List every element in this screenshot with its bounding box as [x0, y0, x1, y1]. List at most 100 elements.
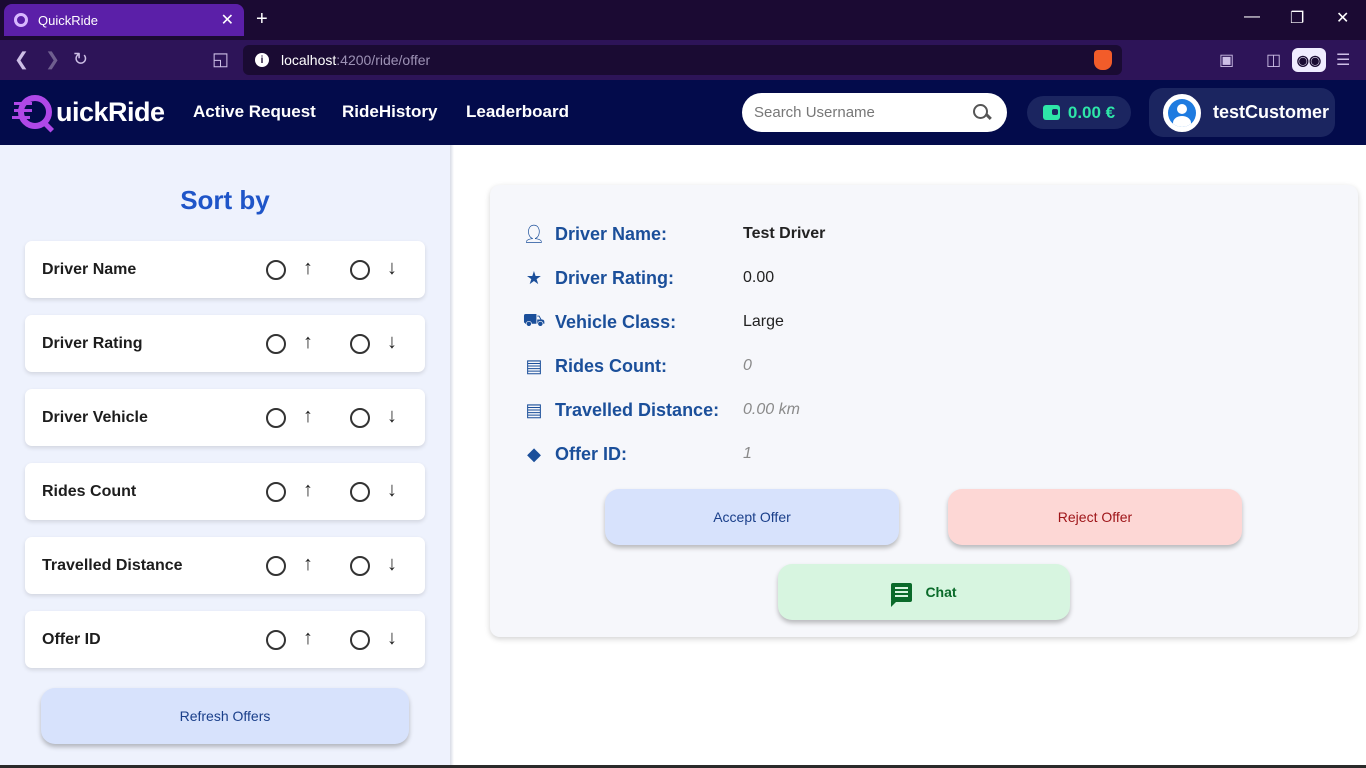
field-value: 0	[743, 357, 752, 374]
sort-desc-radio[interactable]	[350, 630, 370, 650]
app-header: uickRide Active Request RideHistory Lead…	[0, 80, 1366, 145]
arrow-up-icon: ↑	[303, 331, 313, 353]
tag-icon: ◆	[527, 443, 541, 464]
sort-desc-radio[interactable]	[350, 556, 370, 576]
field-label: Offer ID:	[555, 443, 627, 464]
wallet-amount: 0.00 €	[1067, 102, 1116, 122]
sort-asc-radio[interactable]	[266, 260, 286, 280]
sidebar-divider	[450, 145, 454, 768]
user-icon	[1168, 98, 1196, 127]
sort-label: Driver Vehicle	[42, 408, 148, 426]
arrow-up-icon: ↑	[303, 553, 313, 575]
sort-card-driver-rating: Driver Rating ↑ ↓	[25, 315, 425, 372]
screenshot-icon[interactable]: ▣	[1219, 50, 1234, 70]
nav-ride-history[interactable]: RideHistory	[342, 102, 437, 122]
accept-offer-button[interactable]: Accept Offer	[605, 489, 899, 545]
sort-asc-radio[interactable]	[266, 408, 286, 428]
sidebar-icon[interactable]: ◫	[1266, 50, 1281, 70]
offer-field-travelled-distance: ▤ Travelled Distance: 0.00 km	[524, 398, 1324, 422]
forward-icon[interactable]: ❯	[45, 49, 60, 70]
offer-field-driver-rating: ★ Driver Rating: 0.00	[524, 266, 1324, 290]
car-icon: ⛟	[522, 310, 546, 330]
sort-card-driver-name: Driver Name ↑ ↓	[25, 241, 425, 298]
search-input[interactable]	[754, 104, 973, 121]
sort-asc-radio[interactable]	[266, 482, 286, 502]
arrow-up-icon: ↑	[303, 627, 313, 649]
offer-card: 👤︎ Driver Name: Test Driver ★ Driver Rat…	[490, 185, 1358, 637]
arrow-down-icon: ↓	[387, 257, 397, 279]
arrow-down-icon: ↓	[387, 331, 397, 353]
browser-tabbar: QuickRide ✕ + — ❐ ✕	[0, 0, 1366, 40]
sort-label: Rides Count	[42, 482, 137, 500]
person-icon: 👤︎	[522, 223, 546, 244]
user-menu[interactable]: testCustomer	[1149, 88, 1335, 137]
browser-tab[interactable]: QuickRide ✕	[4, 4, 244, 36]
bookmark-icon[interactable]: ◱	[212, 49, 229, 70]
reload-icon[interactable]: ↻	[73, 49, 88, 70]
new-tab-button[interactable]: +	[256, 8, 268, 31]
sort-card-driver-vehicle: Driver Vehicle ↑ ↓	[25, 389, 425, 446]
browser-toolbar: ❮ ❯ ↻ ◱ i localhost:4200/ride/offer ▣ ◫ …	[0, 40, 1366, 80]
quickride-favicon-icon	[14, 13, 28, 27]
map-icon: ▤	[525, 399, 543, 420]
site-info-icon[interactable]: i	[255, 53, 269, 67]
field-value: 0.00 km	[743, 401, 800, 418]
offer-field-rides-count: ▤ Rides Count: 0	[524, 354, 1324, 378]
chat-button[interactable]: Chat	[778, 564, 1070, 620]
nav-active-request[interactable]: Active Request	[193, 102, 316, 122]
avatar	[1163, 93, 1201, 132]
sort-label: Offer ID	[42, 630, 101, 648]
sort-card-travelled-distance: Travelled Distance ↑ ↓	[25, 537, 425, 594]
field-value: 0.00	[743, 269, 775, 286]
arrow-down-icon: ↓	[387, 479, 397, 501]
sort-asc-radio[interactable]	[266, 630, 286, 650]
url-path: :4200/ride/offer	[336, 52, 431, 68]
tab-title: QuickRide	[38, 12, 98, 28]
sort-sidebar: Sort by Driver Name ↑ ↓ Driver Rating ↑ …	[0, 145, 450, 768]
chat-label: Chat	[925, 584, 957, 600]
username: testCustomer	[1213, 102, 1330, 122]
field-label: Travelled Distance:	[555, 399, 720, 420]
field-label: Rides Count:	[555, 355, 667, 376]
back-icon[interactable]: ❮	[14, 49, 29, 70]
field-label: Driver Rating:	[555, 267, 675, 288]
arrow-down-icon: ↓	[387, 627, 397, 649]
reject-offer-button[interactable]: Reject Offer	[948, 489, 1242, 545]
sort-label: Driver Rating	[42, 334, 143, 352]
wallet-icon	[1042, 105, 1060, 120]
sort-desc-radio[interactable]	[350, 482, 370, 502]
arrow-down-icon: ↓	[387, 553, 397, 575]
refresh-offers-button[interactable]: Refresh Offers	[41, 688, 409, 744]
quickride-logo[interactable]: uickRide	[14, 94, 165, 130]
field-value: 1	[743, 445, 752, 462]
sort-desc-radio[interactable]	[350, 260, 370, 280]
menu-icon[interactable]: ☰	[1336, 50, 1350, 70]
address-bar[interactable]: i localhost:4200/ride/offer	[243, 45, 1122, 75]
logo-q-icon	[18, 95, 52, 129]
arrow-up-icon: ↑	[303, 405, 313, 427]
sort-card-rides-count: Rides Count ↑ ↓	[25, 463, 425, 520]
sort-asc-radio[interactable]	[266, 334, 286, 354]
sort-label: Travelled Distance	[42, 556, 183, 574]
sort-title: Sort by	[180, 185, 270, 215]
sort-desc-radio[interactable]	[350, 408, 370, 428]
field-label: Vehicle Class:	[555, 311, 677, 332]
tab-close-icon[interactable]: ✕	[221, 10, 234, 30]
offer-field-vehicle-class: ⛟ Vehicle Class: Large	[522, 310, 1324, 334]
field-value: Test Driver	[743, 225, 826, 242]
window-close-icon[interactable]: ✕	[1336, 8, 1349, 28]
logo-text: uickRide	[56, 96, 165, 127]
minimize-icon[interactable]: —	[1244, 8, 1260, 26]
chat-icon	[891, 582, 913, 607]
star-icon: ★	[525, 267, 543, 288]
search-icon[interactable]	[973, 103, 991, 122]
reader-mode-icon[interactable]: ◉◉	[1292, 48, 1326, 72]
nav-leaderboard[interactable]: Leaderboard	[466, 102, 569, 122]
restore-icon[interactable]: ❐	[1290, 8, 1304, 28]
field-value: Large	[743, 313, 784, 330]
sort-desc-radio[interactable]	[350, 334, 370, 354]
sort-asc-radio[interactable]	[266, 556, 286, 576]
wallet-balance[interactable]: 0.00 €	[1027, 96, 1131, 129]
brave-shield-icon[interactable]	[1094, 50, 1112, 70]
arrow-up-icon: ↑	[303, 257, 313, 279]
